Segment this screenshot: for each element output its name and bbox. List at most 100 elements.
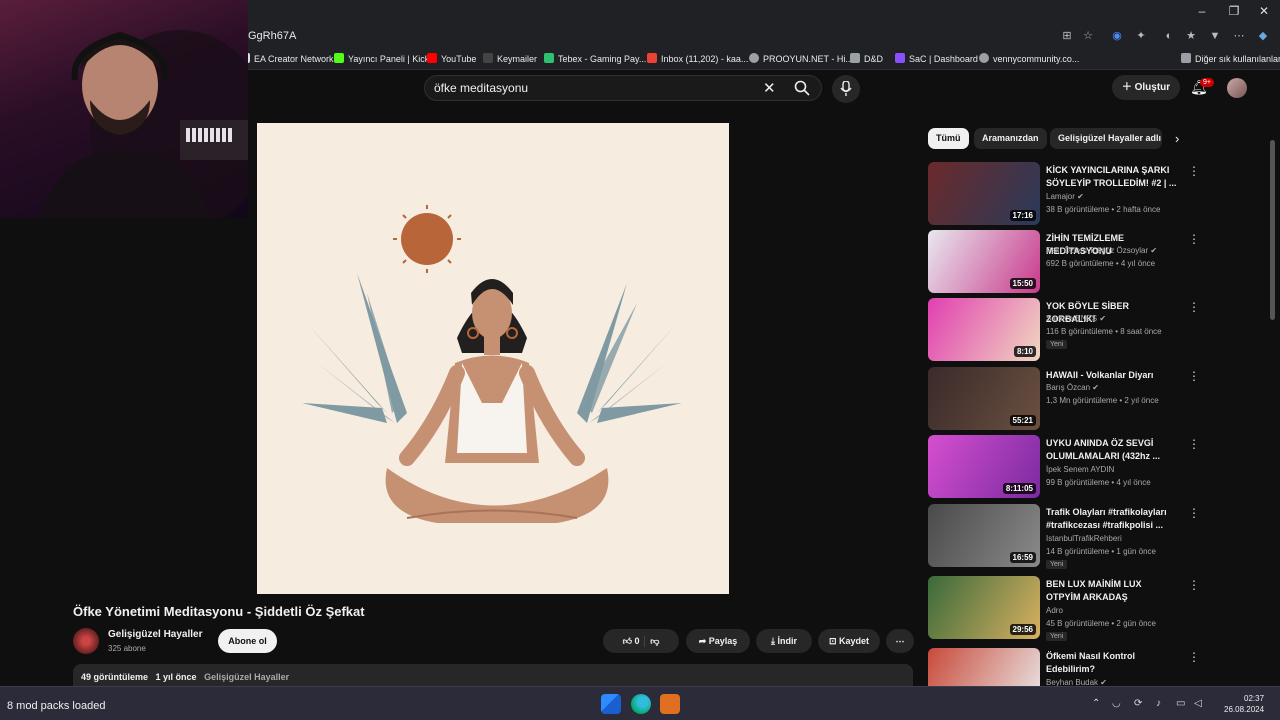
recommendation-channel[interactable]: Psk. Özlem Tokgöz Özsoylar ✔︎	[1046, 246, 1157, 255]
clock[interactable]: 02:37 26.08.2024	[1224, 693, 1264, 715]
bookmark-venny[interactable]: vennycommunity.co...	[979, 53, 1079, 64]
chevron-up-icon[interactable]: ⌃	[1092, 698, 1100, 709]
chip-channel[interactable]: Gelişigüzel Hayaller adlı	[1050, 128, 1162, 149]
download-button[interactable]: ⤓ İndir	[756, 629, 812, 653]
more-vert-icon[interactable]: ⋮	[1188, 437, 1200, 451]
more-vert-icon[interactable]: ⋮	[1188, 232, 1200, 246]
shield-icon[interactable]: ▼	[1208, 29, 1222, 43]
recommendation-title[interactable]: UYKU ANINDA ÖZ SEVGİ OLUMLAMALARI (432hz…	[1046, 437, 1178, 463]
video-thumbnail[interactable]: 17:16	[928, 162, 1040, 225]
bookmark-keymailer[interactable]: Keymailer	[483, 53, 537, 64]
bookmark-dnd[interactable]: D&D	[850, 53, 883, 64]
recommendation-title[interactable]: Öfkemi Nasıl Kontrol Edebilirim?	[1046, 650, 1178, 676]
video-thumbnail[interactable]: 15:50	[928, 230, 1040, 293]
more-vert-icon[interactable]: ⋮	[1188, 650, 1200, 664]
chip-from-search[interactable]: Aramanızdan	[974, 128, 1047, 149]
mail-icon	[647, 53, 657, 63]
menu-icon[interactable]: ⋯	[1232, 29, 1246, 43]
video-thumbnail[interactable]: 16:59	[928, 504, 1040, 567]
mic-tray-icon[interactable]: ♪	[1156, 698, 1161, 709]
close-window-button[interactable]: ✕	[1254, 4, 1274, 18]
account-avatar[interactable]	[1227, 78, 1247, 98]
recommendation-channel[interactable]: İpek Senem AYDIN	[1046, 465, 1114, 474]
like-button[interactable]: 👍︎ 0	[623, 636, 640, 646]
recommendation-channel[interactable]: Lamajor ✔︎	[1046, 192, 1084, 201]
video-thumbnail[interactable]: 8:11:05	[928, 435, 1040, 498]
bookmark-sac[interactable]: SaC | Dashboard	[895, 53, 978, 64]
windows-start-icon[interactable]	[601, 694, 621, 714]
more-vert-icon[interactable]: ⋮	[1188, 300, 1200, 314]
recommendation-card[interactable]: 8:10 YOK BÖYLE SİBER ZORBALIK! Sadece ENES…	[928, 298, 1268, 364]
bookmark-tebex[interactable]: Tebex - Gaming Pay...	[544, 53, 646, 64]
clear-search-icon[interactable]: ✕	[763, 79, 776, 97]
recommendation-channel[interactable]: Barış Özcan ✔︎	[1046, 383, 1099, 392]
bookmark-label: D&D	[864, 54, 884, 64]
app-launcher-icon[interactable]	[660, 694, 680, 714]
volume-icon[interactable]: ◁	[1194, 698, 1202, 709]
chevron-right-icon[interactable]: ›	[1175, 131, 1179, 146]
channel-label: Adro	[1046, 606, 1063, 615]
edge-icon[interactable]	[631, 694, 651, 714]
create-button[interactable]: ＋ Oluştur	[1112, 75, 1180, 100]
recommendation-title[interactable]: KİCK YAYINCILARINA ŞARKI SÖYLEYİP TROLLE…	[1046, 164, 1178, 190]
recommendation-title[interactable]: BEN LUX MAİNİM LUX OTPYİM ARKADAŞ	[1046, 578, 1178, 604]
channel-name[interactable]: Gelişigüzel Hayaller	[108, 629, 203, 640]
verified-icon: ✔︎	[1150, 246, 1158, 255]
subscribe-button[interactable]: Abone ol	[218, 629, 277, 653]
recommendation-title[interactable]: HAWAII - Volkanlar Diyarı	[1046, 369, 1178, 382]
chip-all[interactable]: Tümü	[928, 128, 969, 149]
bookmark-kick[interactable]: Yayıncı Paneli | Kick	[334, 53, 429, 64]
bookmark-prooyun[interactable]: PROOYUN.NET - Hi...	[749, 53, 853, 64]
description-channel[interactable]: Gelişigüzel Hayaller	[204, 672, 289, 682]
network-icon[interactable]: ▭	[1176, 698, 1185, 709]
puzzle-icon[interactable]: ✦	[1134, 29, 1148, 43]
split-icon[interactable]: ◐	[1162, 29, 1176, 43]
more-vert-icon[interactable]: ⋮	[1188, 369, 1200, 383]
bookmark-youtube[interactable]: YouTube	[427, 53, 476, 64]
bookmark-label: Keymailer	[497, 54, 538, 64]
recommendation-title[interactable]: Trafik Olayları #trafikolayları #trafikc…	[1046, 506, 1178, 532]
other-bookmarks[interactable]: Diğer sık kullanılanlar	[1181, 53, 1280, 64]
copilot-icon[interactable]: ◆	[1256, 29, 1270, 43]
scrollbar[interactable]	[1270, 140, 1275, 320]
headset-icon[interactable]: ◡	[1112, 698, 1121, 709]
url-text[interactable]: GgRh67A	[248, 30, 296, 42]
minimize-button[interactable]: –	[1192, 4, 1212, 18]
search-icon[interactable]	[794, 80, 810, 96]
app-icon[interactable]: ⊞	[1060, 29, 1074, 43]
verified-icon: ✔︎	[1077, 192, 1084, 201]
more-vert-icon[interactable]: ⋮	[1188, 506, 1200, 520]
bookmark-inbox[interactable]: Inbox (11,202) - kaa...	[647, 53, 748, 64]
recommendation-meta: 38 B görüntüleme • 2 hafta önce	[1046, 205, 1161, 214]
channel-avatar[interactable]	[73, 628, 99, 654]
more-vert-icon[interactable]: ⋮	[1188, 164, 1200, 178]
video-thumbnail[interactable]: 55:21	[928, 367, 1040, 430]
recommendation-card[interactable]: 15:50 ZİHİN TEMİZLEME MEDİTASYONU Psk. Özl…	[928, 230, 1268, 296]
video-player[interactable]	[257, 123, 729, 594]
plus-icon: ＋	[1121, 82, 1135, 93]
video-thumbnail[interactable]: 29:56	[928, 576, 1040, 639]
recommendation-card[interactable]: 29:56 BEN LUX MAİNİM LUX OTPYİM ARKADAŞ Ad…	[928, 576, 1268, 642]
save-button[interactable]: ⊡ Kaydet	[818, 629, 880, 653]
bookmark-ea[interactable]: EA Creator Network	[240, 53, 334, 64]
search-input[interactable]: öfke meditasyonu	[434, 81, 528, 95]
dislike-button[interactable]: 👎︎	[650, 636, 659, 646]
address-bar[interactable]	[240, 26, 1100, 46]
maximize-button[interactable]: ❐	[1224, 4, 1244, 18]
sync-icon[interactable]: ⟳	[1134, 698, 1142, 709]
recommendation-card[interactable]: 55:21 HAWAII - Volkanlar Diyarı Barış Özca…	[928, 367, 1268, 433]
favorites-icon[interactable]: ★	[1184, 29, 1198, 43]
recommendation-card[interactable]: 16:59 Trafik Olayları #trafikolayları #tr…	[928, 504, 1268, 570]
recommendation-channel[interactable]: IstanbulTrafikRehberi	[1046, 534, 1122, 543]
star-icon[interactable]: ☆	[1081, 29, 1095, 43]
extension-icon[interactable]: ◉	[1110, 29, 1124, 43]
recommendation-card[interactable]: 17:16 KİCK YAYINCILARINA ŞARKI SÖYLEYİP T…	[928, 162, 1268, 228]
recommendation-card[interactable]: 8:11:05 UYKU ANINDA ÖZ SEVGİ OLUMLAMALARI…	[928, 435, 1268, 501]
more-vert-icon[interactable]: ⋮	[1188, 578, 1200, 592]
more-actions-button[interactable]: ⋯	[886, 629, 914, 653]
video-thumbnail[interactable]: 8:10	[928, 298, 1040, 361]
recommendation-channel[interactable]: Adro	[1046, 606, 1063, 615]
recommendation-channel[interactable]: Sadece ENES ✔︎	[1046, 314, 1106, 323]
microphone-button[interactable]	[832, 75, 860, 103]
share-button[interactable]: ➦ Paylaş	[686, 629, 750, 653]
